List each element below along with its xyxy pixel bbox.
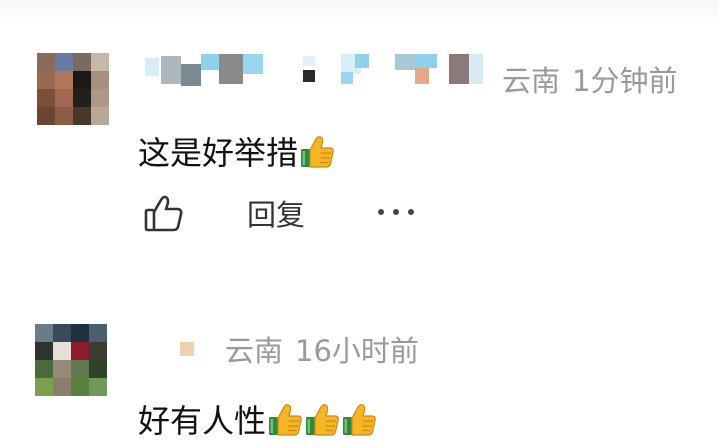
like-button[interactable] (142, 192, 186, 236)
avatar-pixel (35, 360, 53, 378)
username-redacted[interactable] (145, 52, 495, 86)
thumbs-up-emoji (341, 402, 377, 438)
avatar-pixel (37, 71, 55, 89)
avatar-pixel (55, 71, 73, 89)
avatar-pixel (53, 360, 71, 378)
avatar-pixel (55, 89, 73, 107)
avatar-pixel (73, 71, 91, 89)
thumbs-up-emoji (304, 402, 340, 438)
avatar-pixel (35, 324, 53, 342)
avatar-pixel (73, 53, 91, 71)
comment-item-2: 云南 16小时前 好有人性 (0, 260, 718, 448)
avatar-pixel (71, 324, 89, 342)
thumbs-up-emoji (299, 134, 335, 170)
avatar-pixel (89, 378, 107, 396)
comment-text-body: 这是好举措 (138, 134, 299, 172)
thumbs-up-emoji (267, 402, 303, 438)
avatar-pixel (71, 342, 89, 360)
more-options-button[interactable] (378, 206, 420, 220)
avatar-pixel (37, 53, 55, 71)
avatar-pixel (73, 107, 91, 125)
avatar-pixel (53, 324, 71, 342)
avatar-pixel (71, 378, 89, 396)
emoji-group (298, 134, 335, 172)
avatar[interactable] (37, 53, 109, 125)
emoji-group (266, 402, 377, 440)
avatar[interactable] (35, 324, 107, 396)
avatar-pixel (37, 89, 55, 107)
avatar-pixel (55, 53, 73, 71)
reply-button[interactable]: 回复 (247, 192, 305, 234)
avatar-pixel (35, 378, 53, 396)
comment-text-body: 好有人性 (138, 402, 267, 440)
avatar-pixel (55, 107, 73, 125)
username-redacted[interactable] (176, 332, 206, 366)
comment-item-1: 云南 1分钟前 这是好举措 回复 (0, 0, 718, 260)
avatar-pixel (89, 342, 107, 360)
avatar-pixel (53, 342, 71, 360)
location-label: 云南 (225, 334, 284, 368)
avatar-pixel (91, 71, 109, 89)
avatar-pixel (35, 342, 53, 360)
avatar-pixel (91, 89, 109, 107)
comment-actions: 回复 (142, 192, 442, 240)
avatar-pixel (91, 53, 109, 71)
avatar-pixel (73, 89, 91, 107)
avatar-pixel (71, 360, 89, 378)
timestamp: 1分钟前 (572, 64, 678, 98)
comment-meta: 云南 1分钟前 (502, 58, 677, 100)
avatar-pixel (53, 378, 71, 396)
comment-text: 好有人性 (138, 396, 377, 442)
comment-meta: 云南 16小时前 (225, 328, 419, 370)
thumbs-up-outline-icon (144, 195, 183, 232)
avatar-pixel (89, 324, 107, 342)
timestamp: 16小时前 (295, 334, 419, 368)
comment-text: 这是好举措 (138, 128, 335, 174)
avatar-pixel (89, 360, 107, 378)
avatar-pixel (37, 107, 55, 125)
location-label: 云南 (502, 64, 561, 98)
avatar-pixel (91, 107, 109, 125)
